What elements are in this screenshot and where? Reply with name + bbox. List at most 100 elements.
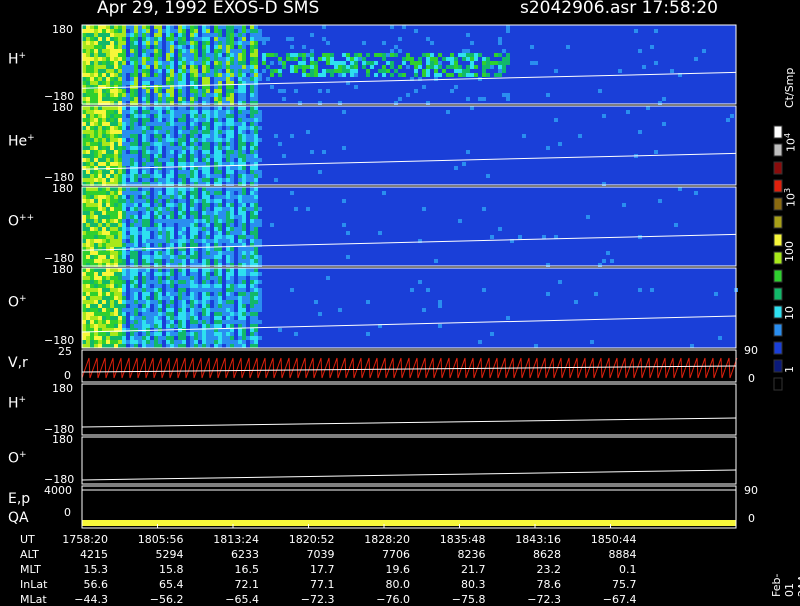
spectrogram-cell (214, 239, 218, 243)
colorbar-swatch (773, 233, 783, 247)
spectrogram-cell (226, 85, 230, 89)
spectrogram-cell (238, 138, 242, 142)
spectrogram-cell (178, 134, 182, 138)
spectrogram-cell (122, 154, 126, 158)
spectrogram-cell (174, 344, 178, 348)
spectrogram-cell (142, 223, 146, 227)
spectrogram-cell (130, 276, 134, 280)
spectrogram-cell (158, 288, 162, 292)
spectrogram-cell (154, 97, 158, 101)
spectrogram-cell (230, 207, 234, 211)
spectrogram-cell (134, 138, 138, 142)
spectrogram-cell (118, 57, 122, 61)
spectrogram-cell (194, 170, 198, 174)
spectrogram-cell (382, 69, 386, 73)
spectrogram-cell (206, 97, 210, 101)
spectrogram-cell (214, 178, 218, 182)
spectrogram-cell (166, 211, 170, 215)
spectrogram-cell (110, 138, 114, 142)
spectrogram-cell (130, 122, 134, 126)
spectrogram-cell (102, 37, 106, 41)
spectrogram-cell (130, 296, 134, 300)
spectrogram-cell (170, 231, 174, 235)
spectrogram-cell (146, 219, 150, 223)
spectrogram-cell (178, 203, 182, 207)
spectrogram-cell (166, 280, 170, 284)
spectrogram-cell (182, 97, 186, 101)
spectrogram-cell (230, 268, 234, 272)
spectrogram-cell (142, 215, 146, 219)
spectrogram-cell (214, 215, 218, 219)
spectrogram-cell (214, 37, 218, 41)
spectrogram-cell (102, 227, 106, 231)
spectrogram-cell (222, 138, 226, 142)
spectrogram-cell (142, 81, 146, 85)
spectrogram-cell (198, 199, 202, 203)
spectrogram-cell (190, 255, 194, 259)
spectrogram-cell (250, 89, 254, 93)
spectrogram-cell (86, 243, 90, 247)
spectrogram-cell (166, 320, 170, 324)
spectrogram-cell (242, 328, 246, 332)
spectrogram-cell (334, 69, 338, 73)
spectrogram-cell (206, 199, 210, 203)
spectrogram-cell (206, 162, 210, 166)
spectrogram-cell (106, 203, 110, 207)
spectrogram-cell (362, 65, 366, 69)
spectrogram-cell (126, 69, 130, 73)
spectrogram-cell (238, 73, 242, 77)
spectrogram-cell (238, 170, 242, 174)
spectrogram-cell (134, 255, 138, 259)
spectrogram-cell (130, 65, 134, 69)
spectrogram-cell (146, 138, 150, 142)
spectrogram-cell (90, 174, 94, 178)
spectrogram-cell (238, 158, 242, 162)
spectrogram-cell (122, 199, 126, 203)
spectrogram-cell (190, 227, 194, 231)
panel-label-he-plus: He+ (8, 133, 35, 150)
spectrogram-cell (130, 187, 134, 191)
spectrogram-cell (134, 33, 138, 37)
spectrogram-cell (146, 146, 150, 150)
spectrogram-cell (210, 69, 214, 73)
spectrogram-cell (222, 178, 226, 182)
spectrogram-cell (238, 106, 242, 110)
spectrogram-cell (230, 65, 234, 69)
spectrogram-cell (90, 106, 94, 110)
spectrogram-cell (246, 178, 250, 182)
spectrogram-cell (158, 61, 162, 65)
spectrogram-cell (230, 276, 234, 280)
spectrogram-cell (102, 81, 106, 85)
spectrogram-cell (190, 69, 194, 73)
spectrogram-cell (178, 195, 182, 199)
spectrogram-cell (198, 344, 202, 348)
spectrogram-cell (162, 114, 166, 118)
spectrogram-cell (122, 138, 126, 142)
spectrogram-cell (158, 53, 162, 57)
spectrogram-cell (126, 199, 130, 203)
spectrogram-cell (98, 65, 102, 69)
spectrogram-cell (98, 118, 102, 122)
spectrogram-cell (254, 312, 258, 316)
spectrogram-cell (146, 280, 150, 284)
spectrogram-cell (194, 312, 198, 316)
spectrogram-cell (166, 284, 170, 288)
spectrogram-cell (82, 110, 86, 114)
spectrogram-cell (146, 336, 150, 340)
spectrogram-cell (110, 251, 114, 255)
spectrogram-cell (206, 284, 210, 288)
spectrogram-cell (450, 65, 454, 69)
spectrogram-cell (270, 85, 274, 89)
spectrogram-cell (206, 134, 210, 138)
spectrogram-cell (250, 316, 254, 320)
spectrogram-cell (178, 231, 182, 235)
spectrogram-cell (154, 53, 158, 57)
spectrogram-cell (134, 61, 138, 65)
spectrogram-cell (102, 304, 106, 308)
spectrogram-cell (130, 126, 134, 130)
spectrogram-cell (166, 33, 170, 37)
spectrogram-cell (114, 340, 118, 344)
spectrogram-cell (226, 178, 230, 182)
spectrogram-cell (110, 146, 114, 150)
spectrogram-cell (90, 126, 94, 130)
